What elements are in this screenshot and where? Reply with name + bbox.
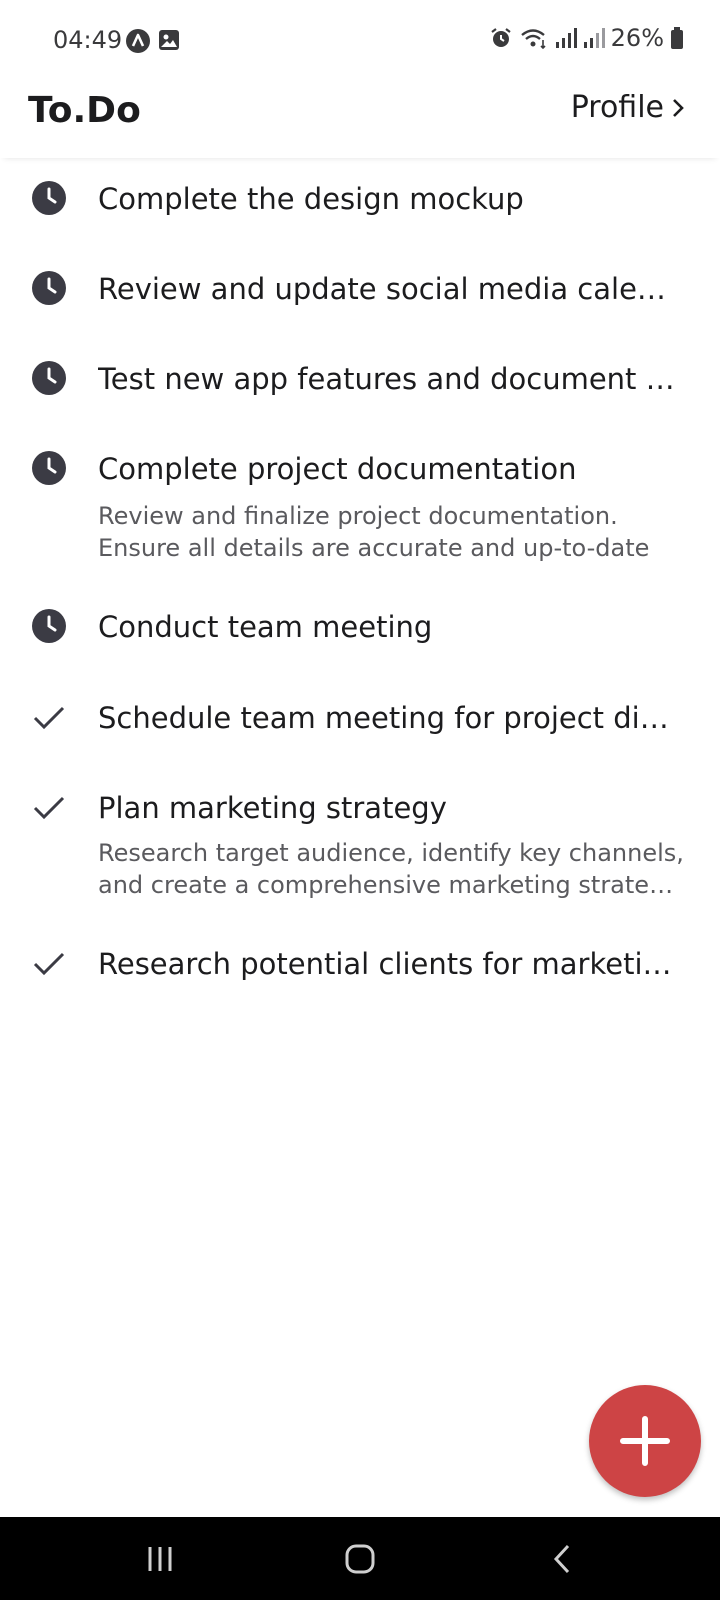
wifi-icon: [520, 29, 546, 50]
task-title: Research potential clients for marketing: [98, 947, 678, 981]
list-item[interactable]: Schedule team meeting for project disc…: [0, 677, 720, 767]
plus-icon: [620, 1416, 670, 1466]
clock-icon: [32, 609, 66, 643]
list-item[interactable]: Research potential clients for marketing: [0, 923, 720, 1013]
back-button[interactable]: [532, 1537, 592, 1581]
task-description: Research target audience, identify key c…: [98, 837, 688, 901]
clock-icon: [32, 361, 66, 395]
task-title: Plan marketing strategy: [98, 791, 447, 825]
home-button[interactable]: [330, 1537, 390, 1581]
list-item[interactable]: Plan marketing strategy Research target …: [0, 767, 720, 923]
battery-percentage: 26%: [610, 24, 664, 52]
clock-icon: [32, 451, 66, 485]
task-description-line: Ensure all details are accurate and up-t…: [98, 534, 650, 562]
status-time: 04:49: [53, 26, 123, 54]
alarm-icon: [490, 28, 511, 47]
task-description-line: and create a comprehensive marketing str…: [98, 871, 674, 899]
task-title: Review and update social media calendar: [98, 272, 678, 306]
app-notification-icon: [126, 29, 150, 53]
task-list: Complete the design mockup Review and up…: [0, 158, 720, 1013]
task-description-line: Review and finalize project documentatio…: [98, 502, 618, 530]
profile-link[interactable]: Profile: [571, 90, 686, 125]
list-item[interactable]: Conduct team meeting: [0, 586, 720, 677]
add-task-button[interactable]: [589, 1385, 701, 1497]
clock-icon: [32, 181, 66, 215]
task-title: Conduct team meeting: [98, 610, 433, 644]
task-title: Test new app features and document bu…: [98, 362, 678, 396]
chevron-right-icon: [673, 98, 684, 117]
signal-icon-2: [583, 28, 605, 48]
back-icon: [553, 1544, 570, 1574]
check-icon: [33, 952, 65, 976]
list-item[interactable]: Review and update social media calendar: [0, 248, 720, 338]
recent-apps-button[interactable]: [130, 1537, 190, 1581]
list-item[interactable]: Test new app features and document bu…: [0, 338, 720, 428]
home-icon: [345, 1544, 375, 1574]
recent-apps-icon: [148, 1547, 172, 1571]
navigation-bar: [0, 1517, 720, 1600]
list-item[interactable]: Complete project documentation Review an…: [0, 428, 720, 586]
task-title: Complete the design mockup: [98, 182, 524, 216]
check-icon: [33, 796, 65, 820]
status-bar: 04:49 26%: [0, 0, 720, 80]
gallery-icon: [159, 30, 179, 50]
task-title: Schedule team meeting for project disc…: [98, 701, 678, 735]
check-icon: [33, 706, 65, 730]
clock-icon: [32, 271, 66, 305]
task-description-line: Research target audience, identify key c…: [98, 839, 684, 867]
profile-label: Profile: [570, 90, 664, 125]
signal-icon: [555, 28, 577, 48]
app-title: To.Do: [28, 90, 141, 131]
task-description: Review and finalize project documentatio…: [98, 500, 688, 564]
app-header: To.Do Profile: [0, 80, 720, 158]
task-title: Complete project documentation: [98, 452, 577, 486]
list-item[interactable]: Complete the design mockup: [0, 158, 720, 248]
battery-icon: [671, 27, 683, 49]
